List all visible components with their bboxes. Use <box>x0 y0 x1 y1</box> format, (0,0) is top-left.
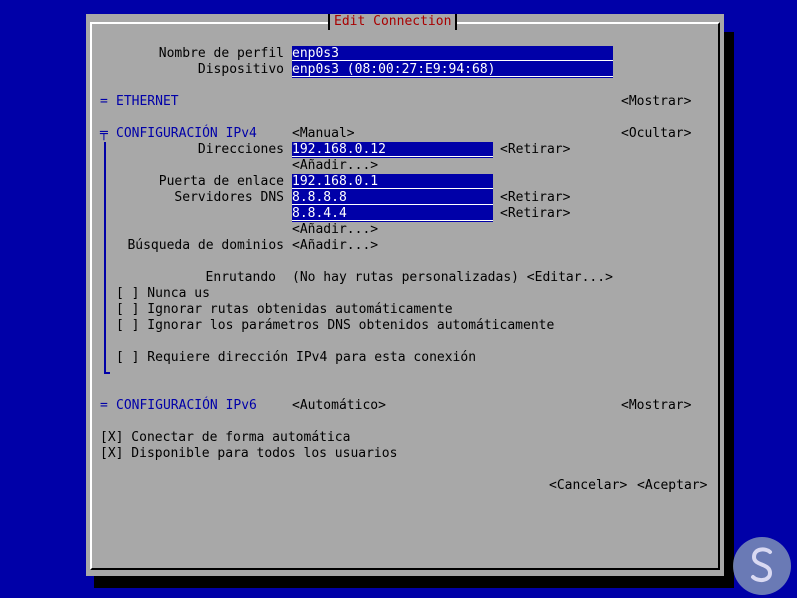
ipv4-mode-select[interactable]: <Manual> <box>292 126 355 142</box>
ignore-dns-checkbox[interactable]: [ ] Ignorar los parámetros DNS obtenidos… <box>116 318 554 334</box>
profile-name-label: Nombre de perfil <box>158 46 284 61</box>
watermark-logo <box>733 537 791 595</box>
routing-label: Enrutando <box>205 270 276 285</box>
ipv4-hide-button[interactable]: <Ocultar> <box>621 126 691 142</box>
cancel-button[interactable]: <Cancelar> <box>549 478 627 494</box>
dns-field-1[interactable]: 8.8.8.8 <box>292 190 493 206</box>
remove-dns-2-button[interactable]: <Retirar> <box>500 206 570 222</box>
ipv4-section-label: CONFIGURACIÓN IPv4 <box>116 126 257 141</box>
ipv4-section-bar-end <box>104 372 110 374</box>
dns-label: Servidores DNS <box>174 190 284 205</box>
dns-field-2[interactable]: 8.8.4.4 <box>292 206 493 222</box>
ipv4-marker: ╤ <box>100 126 108 141</box>
ipv6-marker: = <box>100 398 108 413</box>
remove-dns-1-button[interactable]: <Retirar> <box>500 190 570 206</box>
routing-edit-button[interactable]: (No hay rutas personalizadas) <Editar...… <box>292 270 613 286</box>
ipv6-mode-select[interactable]: <Automático> <box>292 398 386 414</box>
ipv6-show-button[interactable]: <Mostrar> <box>621 398 691 414</box>
autoconnect-checkbox[interactable]: [X] Conectar de forma automática <box>100 430 350 446</box>
gateway-label: Puerta de enlace <box>158 174 284 189</box>
gateway-field[interactable]: 192.168.0.1 <box>292 174 493 190</box>
require-ipv4-checkbox[interactable]: [ ] Requiere dirección IPv4 para esta co… <box>116 350 476 366</box>
add-address-button[interactable]: <Añadir...> <box>292 158 378 174</box>
addresses-label: Direcciones <box>197 142 284 157</box>
ipv6-section-label: CONFIGURACIÓN IPv6 <box>116 398 257 413</box>
never-default-checkbox[interactable]: [ ] Nunca us <box>116 286 210 302</box>
ethernet-show-button[interactable]: <Mostrar> <box>621 94 691 110</box>
add-dns-button[interactable]: <Añadir...> <box>292 222 378 238</box>
add-search-domain-button[interactable]: <Añadir...> <box>292 238 378 254</box>
ethernet-section-label: ETHERNET <box>116 94 179 109</box>
ethernet-marker: = <box>100 94 108 109</box>
ipv4-section-bar <box>104 142 106 374</box>
ignore-routes-checkbox[interactable]: [ ] Ignorar rutas obtenidas automáticame… <box>116 302 453 318</box>
watermark-s-icon <box>751 547 773 583</box>
address-field-1[interactable]: 192.168.0.12 <box>292 142 493 158</box>
device-label: Dispositivo <box>197 62 284 77</box>
device-field[interactable]: enp0s3 (08:00:27:E9:94:68) <box>292 62 613 78</box>
remove-address-button[interactable]: <Retirar> <box>500 142 570 158</box>
accept-button[interactable]: <Aceptar> <box>637 478 707 494</box>
search-domains-label: Búsqueda de dominios <box>127 238 284 253</box>
profile-name-field[interactable]: enp0s3 <box>292 46 613 62</box>
dialog-title: Edit Connection <box>328 14 458 30</box>
all-users-checkbox[interactable]: [X] Disponible para todos los usuarios <box>100 446 397 462</box>
